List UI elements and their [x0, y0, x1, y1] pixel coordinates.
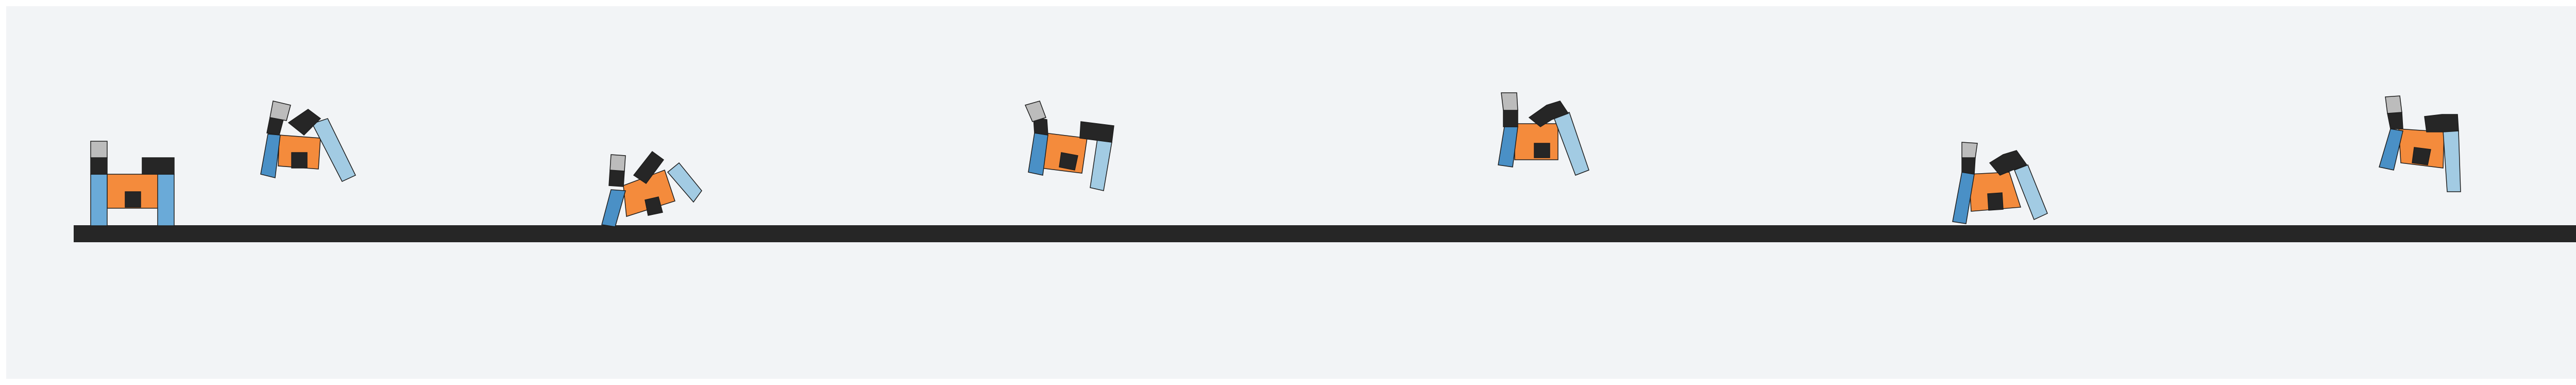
foot-left: [1961, 142, 1978, 158]
leg-left-lower: [2379, 128, 2403, 171]
joint-right: [1079, 121, 1114, 143]
body-marker: [1059, 152, 1078, 171]
body-marker: [2412, 147, 2431, 165]
foot-left: [90, 141, 108, 158]
body-marker: [1987, 192, 2004, 211]
foot-left: [1024, 101, 1046, 122]
foot-left: [1501, 92, 1518, 111]
joint-left: [2387, 112, 2403, 129]
leg-left-lower: [601, 189, 626, 227]
body-marker: [291, 152, 308, 169]
leg-right-lower: [1553, 112, 1589, 176]
joint-left: [608, 170, 625, 187]
leg-right-lower: [2443, 130, 2461, 192]
foot-left: [269, 101, 291, 121]
foot-left: [2385, 95, 2402, 114]
leg-left-lower: [90, 174, 108, 226]
leg-right-lower: [1090, 139, 1112, 191]
pose-2: [260, 101, 357, 182]
pose-3: [601, 150, 702, 227]
joint-left: [1961, 157, 1976, 175]
joint-left: [90, 157, 108, 175]
joint-left: [266, 117, 284, 136]
leg-left-lower: [1498, 126, 1518, 168]
pose-6: [1952, 142, 2048, 224]
simulation-canvas: [6, 6, 2576, 379]
joint-right: [2424, 114, 2459, 132]
pose-5: [1498, 92, 1589, 176]
leg-right-lower: [157, 174, 175, 226]
joint-right: [142, 157, 175, 175]
body-marker: [125, 191, 141, 208]
scene-svg: [74, 92, 2576, 242]
leg-left-lower: [260, 133, 281, 178]
pose-1-standing: [90, 141, 175, 226]
pose-4: [1024, 101, 1114, 191]
leg-right-lower: [2014, 164, 2048, 221]
ground-bar: [74, 225, 2576, 242]
pose-7: [2379, 95, 2461, 192]
foot-left: [609, 154, 626, 172]
joint-left: [1503, 110, 1518, 127]
body-marker: [1534, 143, 1550, 158]
